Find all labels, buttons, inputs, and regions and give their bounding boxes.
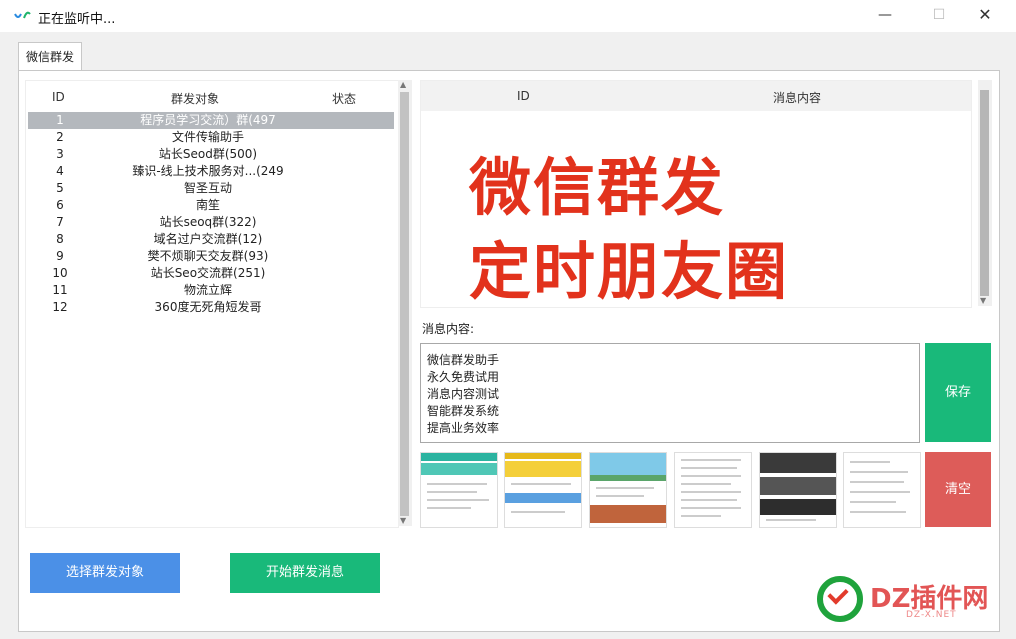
overlay-text-line2: 定时朋友圈 [469, 235, 790, 308]
message-line: 智能群发系统 [427, 404, 500, 418]
row-name: 360度无死角短发哥 [154, 300, 262, 314]
row-name: 程序员学习交流）群(497 [140, 113, 276, 127]
row-name: 樊不烦聊天交友群(93) [147, 249, 269, 263]
row-name: 站长Seod群(500) [158, 147, 258, 161]
row-id: 11 [52, 283, 68, 297]
message-line: 消息内容测试 [427, 387, 500, 401]
overlay-text-line1: 微信群发 [469, 151, 726, 224]
row-name: 站长seoq群(322) [159, 215, 257, 229]
column-header-id[interactable]: ID [52, 90, 65, 104]
clear-button[interactable]: 清空 [925, 452, 991, 527]
table-row[interactable]: 10 站长Seo交流群(251) [28, 265, 394, 282]
row-name: 智圣互动 [183, 181, 232, 195]
title-bar[interactable]: 正在监听中... — ☐ ✕ [0, 0, 1016, 32]
row-id: 8 [56, 232, 64, 246]
window-title: 正在监听中... [38, 12, 116, 27]
message-list-header: ID 消息内容 [421, 81, 971, 111]
message-line: 提高业务效率 [427, 421, 500, 435]
message-line: 微信群发助手 [427, 353, 500, 367]
table-row[interactable]: 9 樊不烦聊天交友群(93) [28, 248, 394, 265]
compose-label: 消息内容: [422, 322, 475, 336]
message-line: 永久免费试用 [427, 370, 500, 384]
target-list[interactable]: ID 群发对象 状态 1 程序员学习交流）群(497 2 文件传输助手 3 站长… [25, 80, 399, 528]
start-broadcast-button[interactable]: 开始群发消息 [230, 553, 380, 593]
table-row[interactable]: 5 智圣互动 [28, 180, 394, 197]
row-id: 10 [52, 266, 68, 280]
row-id: 5 [56, 181, 64, 195]
table-row[interactable]: 2 文件传输助手 [28, 129, 394, 146]
table-row[interactable]: 8 域名过户交流群(12) [28, 231, 394, 248]
table-row[interactable]: 7 站长seoq群(322) [28, 214, 394, 231]
row-id: 9 [56, 249, 64, 263]
row-name: 臻识-线上技术服务对...(249 [132, 164, 284, 178]
row-name: 文件传输助手 [171, 130, 244, 144]
table-row[interactable]: 1 程序员学习交流）群(497 [28, 112, 394, 129]
row-id: 7 [56, 215, 64, 229]
table-row[interactable]: 11 物流立辉 [28, 282, 394, 299]
scroll-down-icon[interactable]: ▼ [980, 296, 986, 305]
row-id: 4 [56, 164, 64, 178]
watermark-subtext: DZ-X.NET [906, 610, 957, 620]
row-name: 南笙 [195, 198, 220, 212]
close-button[interactable]: ✕ [962, 0, 1008, 32]
image-thumbnail[interactable] [589, 452, 667, 528]
column-header-target[interactable]: 群发对象 [171, 90, 219, 107]
message-textarea[interactable]: 微信群发助手 永久免费试用 消息内容测试 智能群发系统 提高业务效率 [420, 343, 920, 443]
minimize-button[interactable]: — [862, 0, 908, 32]
app-window: 正在监听中... — ☐ ✕ 微信群发 ID 群发对象 状态 1 程序员学习交流… [0, 0, 1016, 639]
message-list-scrollbar[interactable]: ▼ [978, 80, 992, 306]
row-id: 3 [56, 147, 64, 161]
table-row[interactable]: 3 站长Seod群(500) [28, 146, 394, 163]
table-row[interactable]: 4 臻识-线上技术服务对...(249 [28, 163, 394, 180]
row-id: 6 [56, 198, 64, 212]
scroll-down-icon[interactable]: ▼ [400, 516, 406, 525]
row-id: 12 [52, 300, 68, 314]
column-header-id[interactable]: ID [517, 89, 530, 103]
tab-wechat-broadcast[interactable]: 微信群发 [18, 42, 82, 71]
message-list[interactable]: ID 消息内容 微信群发 定时朋友圈 [420, 80, 972, 308]
scrollbar-thumb[interactable] [400, 92, 409, 516]
scroll-up-icon[interactable]: ▲ [400, 80, 406, 89]
row-id: 2 [56, 130, 64, 144]
save-button[interactable]: 保存 [925, 343, 991, 442]
select-targets-button[interactable]: 选择群发对象 [30, 553, 180, 593]
image-thumbnail[interactable] [504, 452, 582, 528]
table-row[interactable]: 12 360度无死角短发哥 [28, 299, 394, 316]
image-thumbnail[interactable] [759, 452, 837, 528]
target-list-scrollbar[interactable]: ▲ ▼ [398, 80, 412, 526]
maximize-button[interactable]: ☐ [916, 0, 962, 32]
row-name: 物流立辉 [183, 283, 232, 297]
image-thumbnail[interactable] [843, 452, 921, 528]
scrollbar-thumb[interactable] [980, 90, 989, 296]
row-name: 域名过户交流群(12) [153, 232, 263, 246]
image-thumbnail[interactable] [674, 452, 752, 528]
table-row[interactable]: 6 南笙 [28, 197, 394, 214]
column-header-content[interactable]: 消息内容 [773, 89, 821, 106]
row-id: 1 [56, 113, 64, 127]
image-thumbnail[interactable] [420, 452, 498, 528]
app-icon [14, 11, 31, 19]
row-name: 站长Seo交流群(251) [150, 266, 266, 280]
column-header-status[interactable]: 状态 [332, 90, 356, 107]
